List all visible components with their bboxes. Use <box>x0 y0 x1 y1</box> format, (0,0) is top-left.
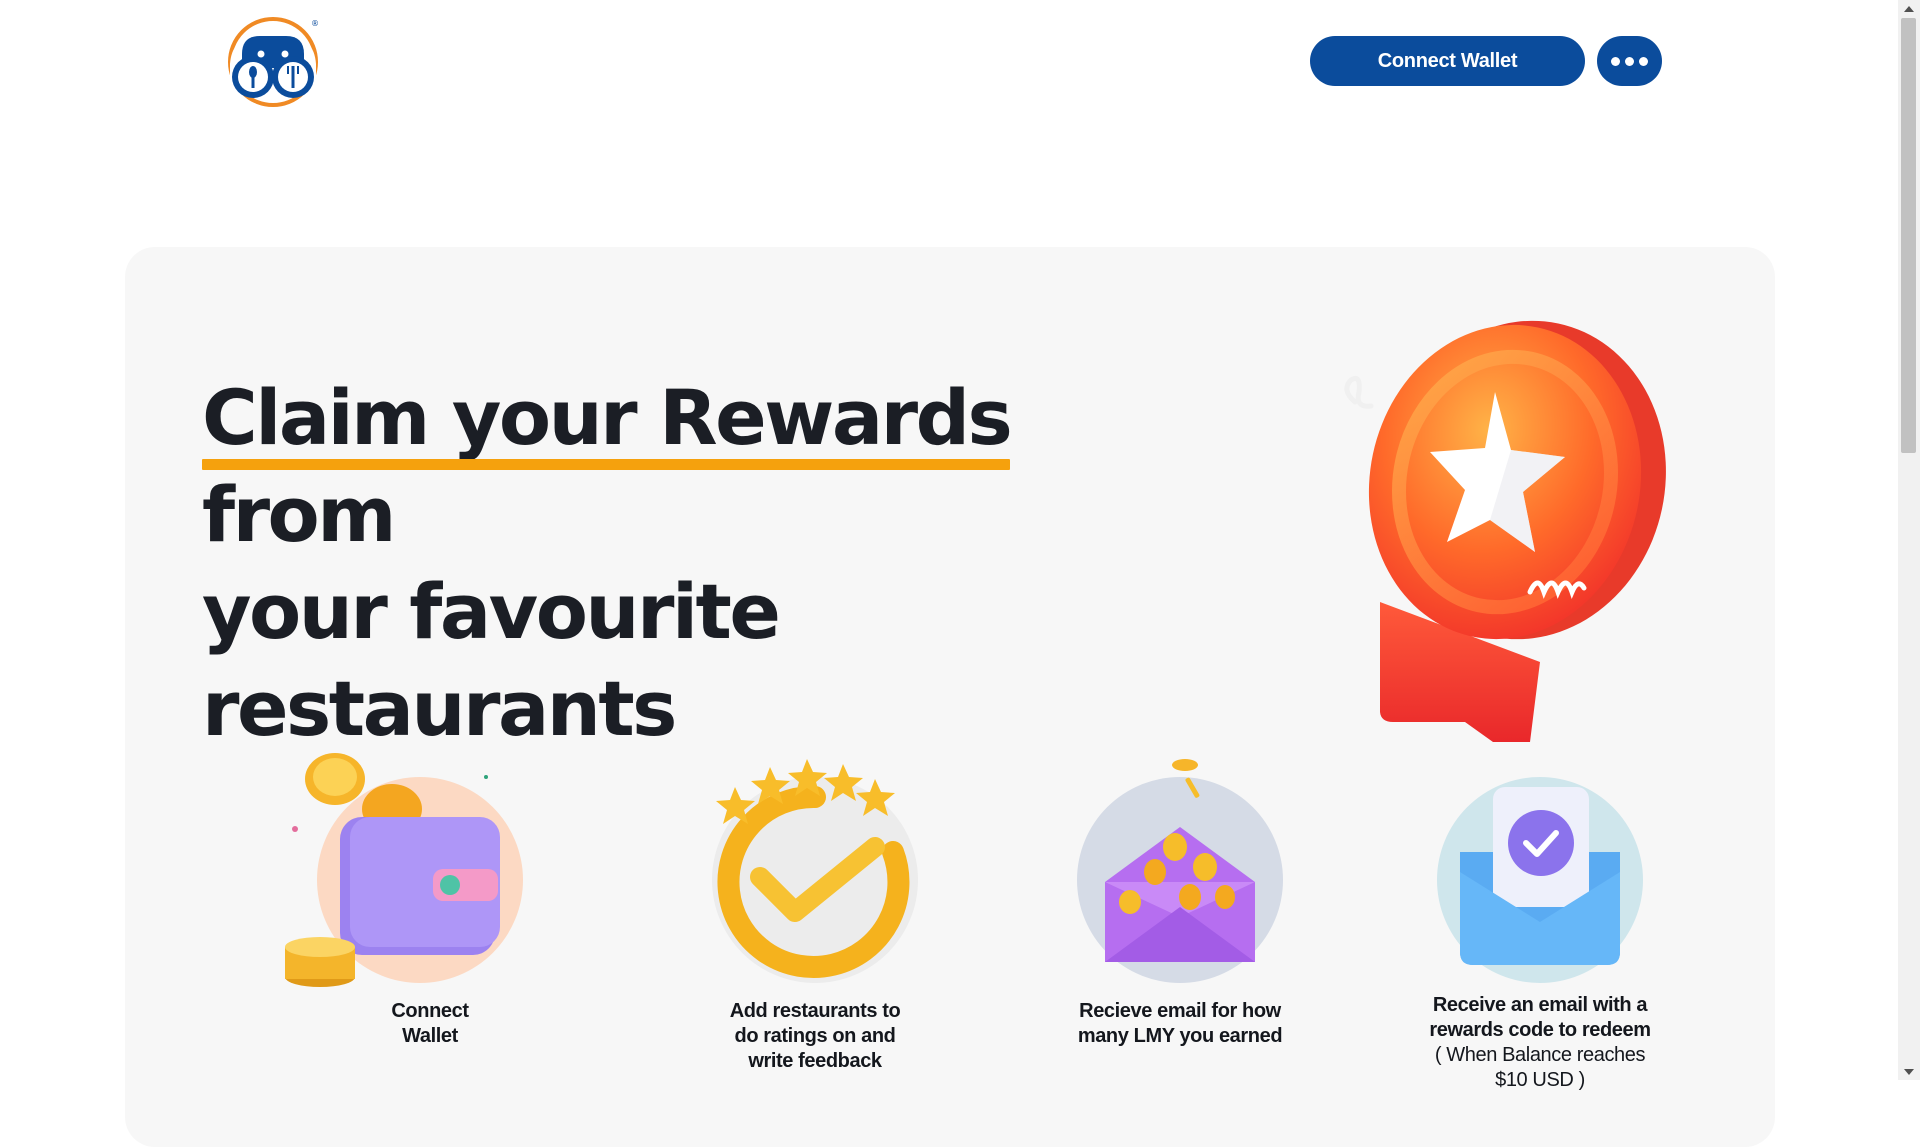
step-add-ratings: Add restaurants to do ratings on and wri… <box>665 747 965 1087</box>
step-1-line1: Connect <box>391 1000 469 1022</box>
hero-title-line2: your favourite restaurants <box>202 567 781 753</box>
envelope-coins-icon <box>1077 759 1283 983</box>
step-4-label: Receive an email with a rewards code to … <box>1390 993 1690 1093</box>
more-dot <box>1639 56 1648 66</box>
scroll-down-arrow-icon[interactable] <box>1898 1063 1920 1080</box>
page-scrollbar[interactable] <box>1898 0 1920 1080</box>
star-medal-icon <box>1344 320 1666 742</box>
step-4-line2: rewards code to redeem <box>1429 1019 1651 1041</box>
step-3-line2: many LMY you earned <box>1077 1025 1283 1047</box>
step-2-label: Add restaurants to do ratings on and wri… <box>665 999 965 1074</box>
scroll-thumb[interactable] <box>1901 18 1916 453</box>
step-1-label: Connect Wallet <box>285 999 575 1049</box>
step-2-line1: Add restaurants to <box>729 1000 901 1022</box>
step-4-line4: $10 USD ) <box>1495 1069 1585 1091</box>
more-menu-button[interactable] <box>1597 36 1662 86</box>
scroll-up-arrow-icon[interactable] <box>1898 0 1920 17</box>
more-dot <box>1625 56 1634 66</box>
more-dots-icon <box>1611 56 1620 66</box>
step-1-line2: Wallet <box>402 1025 458 1047</box>
email-checkmark-icon <box>1437 777 1643 983</box>
top-bar: ® Connect Wallet <box>0 0 1898 130</box>
svg-text:®: ® <box>311 19 319 28</box>
step-receive-email: Recieve email for how many LMY you earne… <box>1030 747 1330 1067</box>
wallet-coins-icon <box>285 753 523 987</box>
connect-wallet-button[interactable]: Connect Wallet <box>1310 36 1585 86</box>
step-connect-wallet: Connect Wallet <box>285 747 575 1067</box>
step-rewards-code: Receive an email with a rewards code to … <box>1390 747 1690 1107</box>
hero-title-rest: from <box>202 470 396 559</box>
logo-icon[interactable]: ® <box>220 14 326 108</box>
checkmark-stars-icon <box>712 759 918 983</box>
hero-card: Claim your Rewards from your favourite r… <box>125 247 1775 1147</box>
step-3-line1: Recieve email for how <box>1079 1000 1281 1022</box>
step-2-line3: write feedback <box>748 1050 882 1072</box>
hero-title: Claim your Rewards from your favourite r… <box>202 369 1202 757</box>
step-3-label: Recieve email for how many LMY you earne… <box>1030 999 1330 1049</box>
hero-title-highlight: Claim your Rewards <box>202 369 1013 470</box>
step-4-line1: Receive an email with a <box>1432 994 1648 1016</box>
step-2-line2: do ratings on and <box>734 1025 896 1047</box>
step-4-line3: ( When Balance reaches <box>1434 1044 1646 1066</box>
